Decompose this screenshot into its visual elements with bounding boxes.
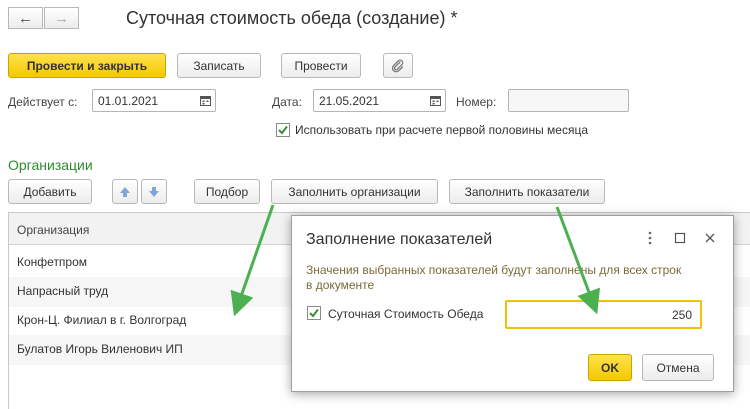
arrow-down-icon <box>149 186 159 197</box>
checkmark-icon <box>278 125 288 135</box>
date-field[interactable]: 21.05.2021 <box>313 89 446 112</box>
calendar-button[interactable] <box>425 90 445 111</box>
indicator-checkbox[interactable] <box>307 306 321 320</box>
fill-orgs-button[interactable]: Заполнить организации <box>271 179 438 204</box>
checkmark-icon <box>309 308 319 318</box>
indicator-value: 250 <box>671 308 692 322</box>
arrow-up-icon <box>120 186 130 197</box>
number-field[interactable] <box>508 89 629 112</box>
maximize-icon <box>674 232 686 244</box>
page-title: Суточная стоимость обеда (создание) * <box>126 8 458 28</box>
attach-button[interactable] <box>383 53 413 78</box>
close-icon <box>705 233 715 243</box>
fill-indicators-button[interactable]: Заполнить показатели <box>449 179 605 204</box>
dialog-title: Заполнение показателей <box>306 231 493 248</box>
number-label: Номер: <box>456 95 497 109</box>
valid-from-field[interactable]: 01.01.2021 <box>92 89 216 112</box>
row-organization: Напрасный труд <box>17 284 109 298</box>
date-label: Дата: <box>272 95 302 109</box>
row-organization: Булатов Игорь Виленович ИП <box>17 342 183 356</box>
forward-button[interactable]: → <box>44 7 79 29</box>
column-header-organization[interactable]: Организация <box>17 223 89 237</box>
dialog-message: Значения выбранных показателей будут зап… <box>306 263 682 292</box>
valid-from-label: Действует с: <box>8 95 78 109</box>
calendar-icon <box>429 96 441 106</box>
more-vertical-icon <box>648 231 652 245</box>
arrow-right-icon: → <box>54 9 69 27</box>
first-half-checkbox[interactable] <box>276 123 290 137</box>
post-and-close-button[interactable]: Провести и закрыть <box>8 53 166 78</box>
cancel-button[interactable]: Отмена <box>642 354 714 381</box>
date-value: 21.05.2021 <box>319 94 380 108</box>
calendar-button[interactable] <box>195 90 215 111</box>
row-organization: Крон-Ц. Филиал в г. Волгоград <box>17 313 187 327</box>
maximize-button[interactable] <box>672 230 688 246</box>
valid-from-value: 01.01.2021 <box>98 94 159 108</box>
row-organization: Конфетпром <box>17 255 88 269</box>
paperclip-icon <box>391 59 404 72</box>
arrow-left-icon: ← <box>18 9 33 27</box>
save-button[interactable]: Записать <box>177 53 261 78</box>
post-button[interactable]: Провести <box>281 53 361 78</box>
ok-button[interactable]: OK <box>588 354 632 381</box>
move-down-button[interactable] <box>141 179 167 204</box>
section-title: Организации <box>8 157 93 173</box>
indicator-label: Суточная Стоимость Обеда <box>328 307 484 321</box>
indicator-value-input[interactable]: 250 <box>505 300 702 329</box>
calendar-icon <box>199 96 211 106</box>
back-button[interactable]: ← <box>8 7 43 29</box>
more-options-button[interactable] <box>642 230 658 246</box>
add-button[interactable]: Добавить <box>8 179 92 204</box>
close-button[interactable] <box>702 230 718 246</box>
pick-button[interactable]: Подбор <box>194 179 260 204</box>
move-up-button[interactable] <box>112 179 138 204</box>
first-half-label: Использовать при расчете первой половины… <box>295 123 589 137</box>
fill-indicators-dialog: Заполнение показателей Значения выбранны… <box>291 215 734 392</box>
